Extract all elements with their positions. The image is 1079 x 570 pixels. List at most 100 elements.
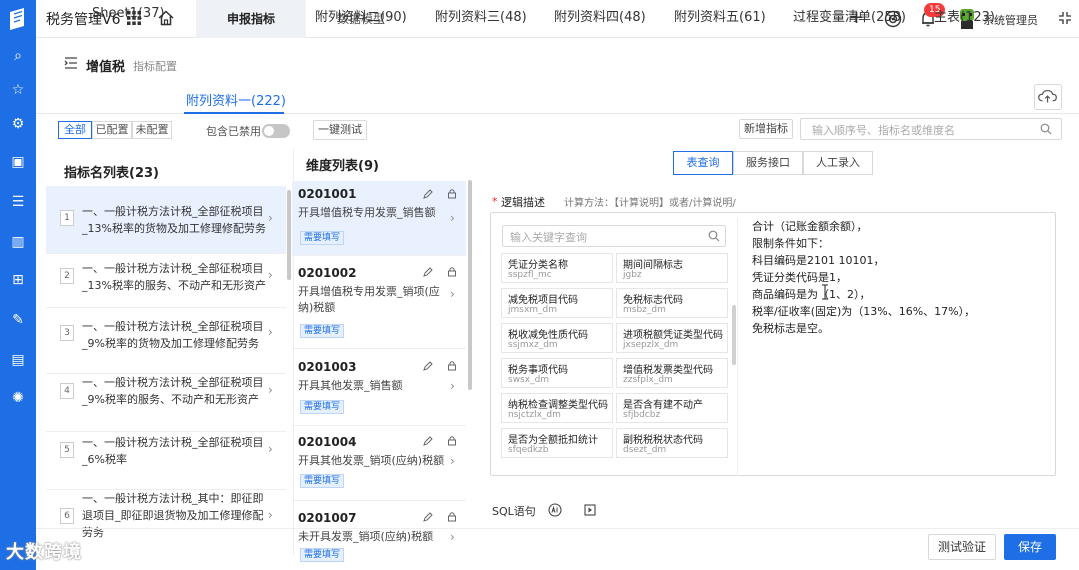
lock-icon[interactable]	[447, 266, 457, 277]
field-code: msbz_dm	[623, 305, 666, 315]
indicator-number: 4	[60, 383, 74, 399]
search-icon[interactable]	[1040, 123, 1052, 135]
lock-icon[interactable]	[447, 360, 457, 371]
field-cell[interactable]: 纳税检查调整类型代码 nsjctzlx_dm	[501, 393, 613, 423]
indicator-item[interactable]: 6 一、一般计税方法计税_其中：即征即退项目_即征即退货物及加工修理修配劳务 ›	[46, 480, 286, 550]
field-code: jmsxm_dm	[508, 305, 558, 315]
filter-configured[interactable]: 已配置	[92, 121, 132, 139]
field-cell[interactable]: 免税标志代码 msbz_dm	[616, 288, 728, 318]
field-cell[interactable]: 是否为全额抵扣统计 sfqedkzb	[501, 428, 613, 458]
sheet-tab-schedule-4[interactable]: 附列资料四(48)	[554, 6, 646, 25]
tab-declaration-indicators[interactable]: 申报指标	[196, 0, 306, 38]
ai-icon[interactable]	[548, 503, 562, 517]
settings-icon[interactable]: ✺	[8, 388, 28, 408]
upload-button[interactable]	[1034, 84, 1062, 110]
layout-icon[interactable]: ⊞	[8, 270, 28, 290]
field-cell[interactable]: 凭证分类名称 sspzfl_mc	[501, 253, 613, 283]
include-disabled-label: 包含已禁用	[206, 125, 261, 138]
status-badge: 需要填写	[300, 324, 345, 338]
gear-icon[interactable]: ⚙	[8, 114, 28, 134]
indicator-scrollbar[interactable]	[287, 190, 291, 280]
add-indicator-button[interactable]: 新增指标	[739, 119, 793, 139]
save-button[interactable]: 保存	[1004, 534, 1056, 560]
sheet-tab-sheet1[interactable]: Sheet1(37)	[92, 6, 165, 21]
indicator-item[interactable]: 2 一、一般计税方法计税_全部征税项目_13%税率的服务、不动产和无形资产 ›	[46, 240, 286, 308]
dimension-list-title: 维度列表(9)	[306, 159, 379, 174]
dimension-item[interactable]: 0201007 未开具发票_销项(应纳)税额 › 需要填写	[292, 502, 466, 562]
cloud-upload-icon	[1038, 89, 1057, 103]
field-code: nsjctzlx_dm	[508, 410, 561, 420]
logic-text[interactable]: 合计（记账金额余额）， 限制条件如下： 科目编码是2101 10101， 凭证分…	[752, 218, 1048, 337]
run-icon[interactable]	[584, 504, 596, 516]
kanban-icon[interactable]: ▥	[8, 232, 28, 252]
tab-service-api[interactable]: 服务接口	[733, 151, 803, 175]
document-icon[interactable]: ▤	[8, 350, 28, 370]
fullscreen-icon[interactable]	[1058, 11, 1072, 25]
search-icon[interactable]	[708, 230, 720, 242]
field-code: dsezt_dm	[623, 445, 667, 455]
dimension-code: 0201007	[298, 511, 357, 525]
filter-unconfigured[interactable]: 未配置	[132, 121, 172, 139]
search-icon[interactable]: ⌕	[8, 46, 28, 66]
field-name: 是否为全额抵扣统计	[508, 435, 598, 446]
edit-icon[interactable]	[423, 189, 433, 199]
one-click-test-button[interactable]: 一键测试	[313, 120, 367, 140]
dimension-desc: 开具其他发票_销项(应纳)税额	[298, 454, 445, 467]
field-code: zzsfplx_dm	[623, 375, 673, 385]
dimension-item[interactable]: 0201004 开具其他发票_销项(应纳)税额 › 需要填写	[292, 426, 466, 501]
app-logo[interactable]	[6, 6, 30, 32]
dimension-scrollbar[interactable]	[468, 180, 472, 390]
field-cell[interactable]: 是否含有建不动产 sfjbdcbz	[616, 393, 728, 423]
lock-icon[interactable]	[447, 435, 457, 446]
active-tab-underline	[184, 112, 284, 114]
field-cell[interactable]: 税收减免性质代码 ssjmxz_dm	[501, 323, 613, 353]
edit-icon[interactable]	[423, 512, 433, 522]
tab-manual-entry[interactable]: 人工录入	[803, 151, 873, 175]
edit-icon[interactable]	[423, 436, 433, 446]
field-cell[interactable]: 副税税税状态代码 dsezt_dm	[616, 428, 728, 458]
edit-icon[interactable]	[423, 361, 433, 371]
sheet-tab-schedule-2[interactable]: 附列资料二(90)	[315, 6, 407, 25]
star-icon[interactable]: ☆	[8, 80, 28, 100]
dimension-item[interactable]: 0201001 开具增值税专用发票_销售额 › 需要填写	[292, 181, 466, 256]
field-name: 免税标志代码	[623, 295, 683, 306]
board-icon[interactable]: ▣	[8, 152, 28, 172]
tab-table-query[interactable]: 表查询	[673, 151, 733, 175]
dimension-item[interactable]: 0201002 开具增值税专用发票_销项(应纳)税额 › 需要填写	[292, 257, 466, 349]
field-code: jgbz	[623, 270, 642, 280]
sheet-tab-process-vars[interactable]: 过程变量清单(258)	[793, 6, 906, 25]
sheet-tab-schedule-5[interactable]: 附列资料五(61)	[674, 6, 766, 25]
wrench-icon[interactable]: ✎	[8, 310, 28, 330]
field-scrollbar[interactable]	[732, 305, 736, 365]
field-name: 是否含有建不动产	[623, 400, 703, 411]
chevron-right-icon: ›	[450, 287, 455, 301]
lock-icon[interactable]	[447, 511, 457, 522]
status-badge: 需要填写	[300, 400, 345, 414]
sheet-tab-schedule-3[interactable]: 附列资料三(48)	[435, 6, 527, 25]
filter-all[interactable]: 全部	[58, 121, 92, 139]
chevron-right-icon: ›	[450, 379, 455, 393]
indicator-number: 3	[60, 325, 74, 341]
field-cell[interactable]: 税务事项代码 swsx_dm	[501, 358, 613, 388]
test-verify-button[interactable]: 测试验证	[928, 534, 996, 560]
indicator-number: 5	[60, 442, 74, 458]
page-subtitle: 指标配置	[133, 60, 177, 73]
lock-icon[interactable]	[447, 188, 457, 199]
field-cell[interactable]: 期间间隔标志 jgbz	[616, 253, 728, 283]
list-icon[interactable]: ☰	[8, 192, 28, 212]
field-name: 减免税项目代码	[508, 295, 578, 306]
field-cell[interactable]: 进项税额凭证类型代码 jxsepzlx_dm	[616, 323, 728, 353]
field-code: ssjmxz_dm	[508, 340, 558, 350]
sheet-tab-main[interactable]: 主表(123)	[934, 6, 995, 25]
dimension-code: 0201001	[298, 187, 357, 201]
field-search-placeholder: 输入关键字查询	[510, 231, 587, 244]
sheet-tab-schedule-1[interactable]: 附列资料一(222)	[186, 90, 286, 109]
field-cell[interactable]: 增值税发票类型代码 zzsfplx_dm	[616, 358, 728, 388]
edit-icon[interactable]	[423, 267, 433, 277]
indicator-list-title: 指标名列表(23)	[64, 166, 159, 181]
indicator-text: 一、一般计税方法计税_全部征税项目_9%税率的服务、不动产和无形资产	[82, 376, 264, 406]
field-cell[interactable]: 减免税项目代码 jmsxm_dm	[501, 288, 613, 318]
chevron-right-icon: ›	[268, 325, 273, 339]
dimension-item[interactable]: 0201003 开具其他发票_销售额 › 需要填写	[292, 351, 466, 426]
menu-fold-icon[interactable]	[64, 57, 78, 69]
